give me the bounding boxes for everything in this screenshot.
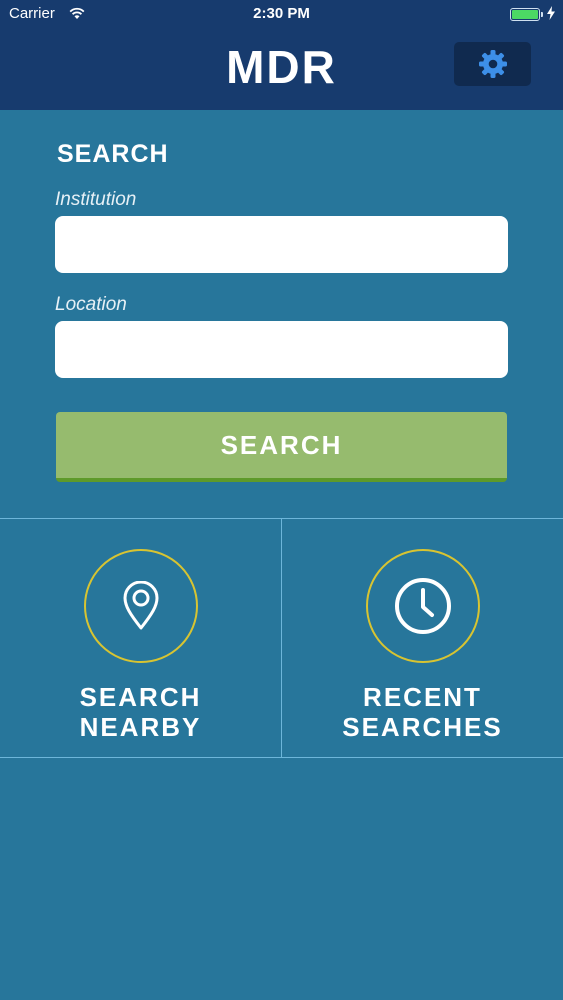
battery-icon [510,8,540,21]
quick-actions-grid: SEARCH NEARBY RECENT SEARCHES [0,518,563,758]
institution-input[interactable] [55,216,508,273]
search-nearby-ring [84,549,198,663]
clock-icon [395,578,451,634]
navigation-bar: MDR [0,30,563,110]
institution-label: Institution [55,189,137,210]
recent-searches-label-line1: RECENT [363,682,482,712]
recent-searches-tile[interactable]: RECENT SEARCHES [282,519,563,757]
recent-searches-label: RECENT SEARCHES [282,682,563,742]
location-label: Location [55,294,127,315]
settings-button[interactable] [454,42,531,86]
recent-searches-label-line2: SEARCHES [342,712,503,742]
battery-tip [541,12,543,17]
search-nearby-label-line1: SEARCH [79,682,202,712]
status-bar: Carrier 2:30 PM [0,0,563,30]
search-heading: SEARCH [57,140,169,168]
search-nearby-label: SEARCH NEARBY [0,682,281,742]
status-time: 2:30 PM [253,5,310,22]
gear-icon [478,50,507,78]
search-nearby-tile[interactable]: SEARCH NEARBY [0,519,281,757]
location-pin-icon [123,581,159,630]
search-nearby-label-line2: NEARBY [79,712,202,742]
location-input[interactable] [55,321,508,378]
search-button[interactable]: SEARCH [56,412,507,482]
charging-bolt-icon [547,6,555,20]
recent-searches-ring [366,549,480,663]
